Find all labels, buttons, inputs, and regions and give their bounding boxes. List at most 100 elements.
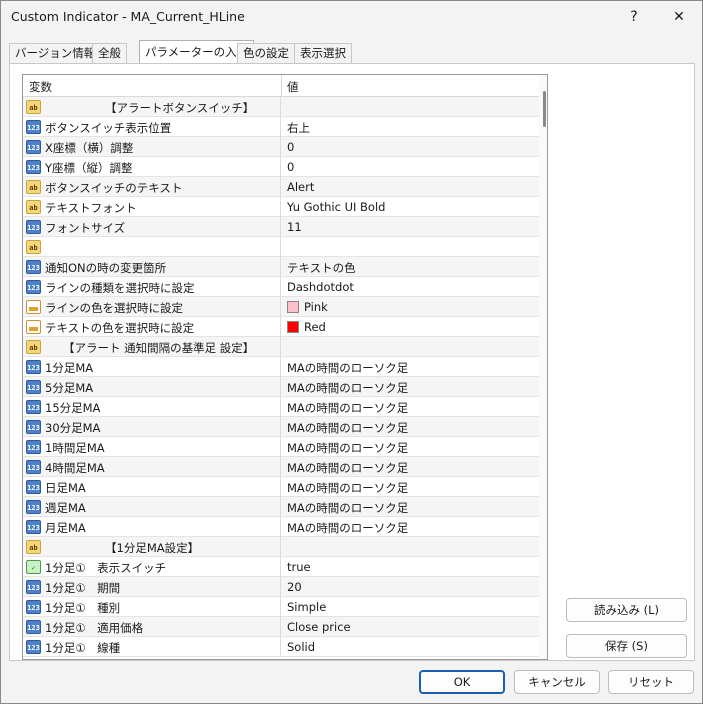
close-button[interactable]: ✕ (656, 1, 702, 33)
parameter-row[interactable]: 123 4時間足MA MAの時間のローソク足 (23, 457, 539, 477)
parameter-row[interactable]: 123 ボタンスイッチ表示位置 右上 (23, 117, 539, 137)
parameter-name-cell[interactable]: テキストの色を選択時に設定 (23, 317, 281, 337)
parameter-row[interactable]: ab 【アラートボタンスイッチ】 (23, 97, 539, 117)
parameter-value-cell[interactable]: MAの時間のローソク足 (282, 477, 539, 497)
parameter-row[interactable]: 123 1時間足MA MAの時間のローソク足 (23, 437, 539, 457)
parameter-name-cell[interactable]: ラインの色を選択時に設定 (23, 297, 281, 317)
parameter-value-cell[interactable]: Red (282, 317, 539, 337)
parameter-row[interactable]: ab (23, 237, 539, 257)
load-button[interactable]: 読み込み (L) (566, 598, 687, 622)
parameter-row[interactable]: ab テキストフォント Yu Gothic UI Bold (23, 197, 539, 217)
column-divider[interactable] (281, 75, 282, 97)
parameter-name-cell[interactable]: 123 1分足① 期間 (23, 577, 281, 597)
tab-version-info[interactable]: バージョン情報 (9, 43, 102, 64)
parameter-value-cell[interactable]: Alert (282, 177, 539, 197)
parameter-value-cell[interactable]: Simple (282, 597, 539, 617)
parameter-row[interactable]: 123 1分足① 適用価格 Close price (23, 617, 539, 637)
parameter-row[interactable]: 123 Y座標（縦）調整 0 (23, 157, 539, 177)
parameter-name-cell[interactable]: ab 【アラート 通知間隔の基準足 設定】 (23, 337, 281, 357)
parameter-name-cell[interactable]: 123 1時間足MA (23, 437, 281, 457)
parameter-value-cell[interactable]: MAの時間のローソク足 (282, 437, 539, 457)
ok-button[interactable]: OK (419, 670, 505, 694)
parameter-value-cell[interactable]: 11 (282, 217, 539, 237)
help-button[interactable]: ? (611, 1, 657, 33)
parameter-name-cell[interactable]: 123 ラインの種類を選択時に設定 (23, 277, 281, 297)
parameter-value-cell[interactable]: Close price (282, 617, 539, 637)
parameter-row[interactable]: 123 フォントサイズ 11 (23, 217, 539, 237)
tab-colors[interactable]: 色の設定 (237, 43, 295, 64)
parameter-row[interactable]: 123 通知ONの時の変更箇所 テキストの色 (23, 257, 539, 277)
parameter-name-cell[interactable]: 123 X座標（横）調整 (23, 137, 281, 157)
parameter-value-cell[interactable] (282, 237, 539, 257)
parameter-name-cell[interactable]: 123 通知ONの時の変更箇所 (23, 257, 281, 277)
parameter-name-cell[interactable]: 123 1分足① 種別 (23, 597, 281, 617)
cancel-button[interactable]: キャンセル (514, 670, 600, 694)
parameter-row[interactable]: テキストの色を選択時に設定 Red (23, 317, 539, 337)
parameter-row[interactable]: 123 ラインの種類を選択時に設定 Dashdotdot (23, 277, 539, 297)
parameter-row[interactable]: 123 1分足① 期間 20 (23, 577, 539, 597)
parameter-row[interactable]: 123 30分足MA MAの時間のローソク足 (23, 417, 539, 437)
parameter-row[interactable]: ✓ 1分足① 表示スイッチ true (23, 557, 539, 577)
parameter-value-cell[interactable]: MAの時間のローソク足 (282, 517, 539, 537)
parameter-value-cell[interactable] (282, 337, 539, 357)
parameter-value-cell[interactable]: テキストの色 (282, 257, 539, 277)
parameter-name-cell[interactable]: ab 【1分足MA設定】 (23, 537, 281, 557)
parameter-value-cell[interactable]: 0 (282, 157, 539, 177)
tab-general[interactable]: 全般 (92, 43, 127, 64)
parameter-row[interactable]: 123 週足MA MAの時間のローソク足 (23, 497, 539, 517)
parameter-name-cell[interactable]: 123 30分足MA (23, 417, 281, 437)
parameter-row[interactable]: 123 15分足MA MAの時間のローソク足 (23, 397, 539, 417)
parameter-name-cell[interactable]: ab (23, 237, 281, 257)
parameter-row[interactable]: ab 【アラート 通知間隔の基準足 設定】 (23, 337, 539, 357)
parameter-row[interactable]: ab 【1分足MA設定】 (23, 537, 539, 557)
parameter-name-cell[interactable]: 123 5分足MA (23, 377, 281, 397)
parameter-row[interactable]: ラインの色を選択時に設定 Pink (23, 297, 539, 317)
column-header-variable[interactable]: 変数 (29, 79, 52, 95)
parameter-value-cell[interactable]: 20 (282, 577, 539, 597)
parameter-row[interactable]: 123 1分足① 種別 Simple (23, 597, 539, 617)
parameter-value-cell[interactable]: Solid (282, 637, 539, 657)
parameter-name-cell[interactable]: 123 日足MA (23, 477, 281, 497)
parameter-row[interactable]: 123 日足MA MAの時間のローソク足 (23, 477, 539, 497)
save-button[interactable]: 保存 (S) (566, 634, 687, 658)
parameter-name-cell[interactable]: ab ボタンスイッチのテキスト (23, 177, 281, 197)
parameter-row[interactable]: 123 月足MA MAの時間のローソク足 (23, 517, 539, 537)
color-swatch[interactable] (287, 301, 299, 313)
parameter-value-cell[interactable]: 右上 (282, 117, 539, 137)
parameter-name-cell[interactable]: 123 フォントサイズ (23, 217, 281, 237)
parameter-name-cell[interactable]: 123 4時間足MA (23, 457, 281, 477)
parameter-value-cell[interactable]: MAの時間のローソク足 (282, 397, 539, 417)
parameter-value-cell[interactable]: Dashdotdot (282, 277, 539, 297)
parameter-value-cell[interactable] (282, 537, 539, 557)
parameter-value-cell[interactable]: 0 (282, 137, 539, 157)
parameter-value-cell[interactable]: MAの時間のローソク足 (282, 357, 539, 377)
parameter-name-cell[interactable]: 123 1分足① 線種 (23, 637, 281, 657)
parameter-name-cell[interactable]: ab 【アラートボタンスイッチ】 (23, 97, 281, 117)
parameter-name-cell[interactable]: 123 15分足MA (23, 397, 281, 417)
tab-visualization[interactable]: 表示選択 (294, 43, 352, 64)
parameter-name-cell[interactable]: 123 1分足① 適用価格 (23, 617, 281, 637)
parameter-value-cell[interactable] (282, 97, 539, 117)
vertical-scrollbar[interactable] (539, 75, 547, 659)
parameter-value-cell[interactable]: true (282, 557, 539, 577)
parameter-name-cell[interactable]: 123 1分足MA (23, 357, 281, 377)
parameter-value-cell[interactable]: MAの時間のローソク足 (282, 377, 539, 397)
parameter-value-cell[interactable]: MAの時間のローソク足 (282, 497, 539, 517)
parameter-value-cell[interactable]: Pink (282, 297, 539, 317)
parameter-row[interactable]: ab ボタンスイッチのテキスト Alert (23, 177, 539, 197)
parameter-value-cell[interactable]: Yu Gothic UI Bold (282, 197, 539, 217)
parameter-value-cell[interactable]: MAの時間のローソク足 (282, 457, 539, 477)
reset-button[interactable]: リセット (608, 670, 694, 694)
parameter-name-cell[interactable]: ✓ 1分足① 表示スイッチ (23, 557, 281, 577)
parameter-name-cell[interactable]: 123 月足MA (23, 517, 281, 537)
color-swatch[interactable] (287, 321, 299, 333)
parameter-name-cell[interactable]: 123 Y座標（縦）調整 (23, 157, 281, 177)
column-header-value[interactable]: 値 (287, 79, 299, 95)
parameter-row[interactable]: 123 1分足MA MAの時間のローソク足 (23, 357, 539, 377)
parameter-name-cell[interactable]: ab テキストフォント (23, 197, 281, 217)
parameter-row[interactable]: 123 X座標（横）調整 0 (23, 137, 539, 157)
parameter-value-cell[interactable]: MAの時間のローソク足 (282, 417, 539, 437)
parameter-row[interactable]: 123 5分足MA MAの時間のローソク足 (23, 377, 539, 397)
scrollbar-thumb[interactable] (543, 91, 546, 127)
parameter-name-cell[interactable]: 123 ボタンスイッチ表示位置 (23, 117, 281, 137)
